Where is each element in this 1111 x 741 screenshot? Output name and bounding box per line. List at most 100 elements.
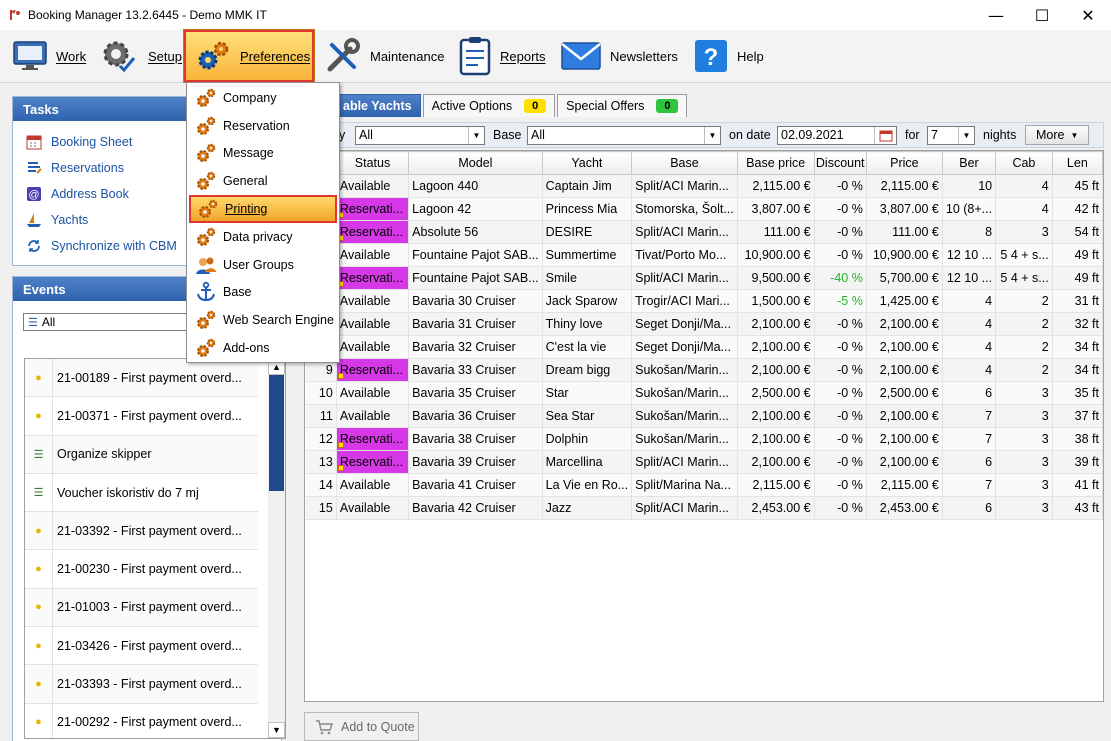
maximize-button[interactable]: ☐ [1019, 0, 1065, 30]
calendar-picker-icon[interactable] [874, 127, 896, 144]
event-item[interactable]: ● 21-03393 - First payment overd... [25, 665, 258, 704]
base-select[interactable]: All ▼ [527, 126, 721, 145]
table-cell-base: Split/ACI Marin... [631, 496, 738, 520]
table-row[interactable]: 11 Available Bavaria 36 Cruiser Sea Star Suk… [305, 404, 1103, 428]
help-button[interactable]: ? Help [693, 30, 764, 82]
table-cell-price: 2,100.00 € [866, 358, 943, 382]
events-scrollbar[interactable]: ▲ ▼ [268, 359, 285, 738]
column-header-cab[interactable]: Cab [995, 151, 1053, 175]
table-row[interactable]: 10 Available Bavaria 35 Cruiser Star Sukošan… [305, 381, 1103, 405]
table-cell-discount: -0 % [814, 197, 867, 221]
table-cell-ber: 6 [942, 496, 997, 520]
table-row[interactable]: Reservati... Fountaine Pajot SAB... Smile S… [305, 266, 1103, 290]
maintenance-button[interactable]: Maintenance [324, 30, 444, 82]
event-item[interactable]: ● 21-00230 - First payment overd... [25, 550, 258, 589]
table-row[interactable]: Available Bavaria 31 Cruiser Thiny love Seg… [305, 312, 1103, 336]
table-cell-status: Available [336, 243, 410, 267]
tools-icon [327, 38, 360, 72]
nights-select[interactable]: 7 ▼ [927, 126, 975, 145]
menu-item-printing[interactable]: Printing [189, 195, 337, 223]
scroll-down-arrow-icon[interactable]: ▼ [268, 722, 285, 738]
table-cell-status: Available [336, 335, 410, 359]
table-cell-status: Available [336, 174, 410, 198]
menu-item-add-ons[interactable]: Add-ons [189, 334, 337, 362]
event-item[interactable]: ● 21-00371 - First payment overd... [25, 397, 258, 436]
table-row[interactable]: Reservati... Absolute 56 DESIRE Split/ACI M… [305, 220, 1103, 244]
column-header-discount[interactable]: Discount [813, 151, 867, 175]
event-item[interactable]: ● 21-03426 - First payment overd... [25, 627, 258, 666]
table-cell-yacht: C'est la vie [542, 335, 633, 359]
date-input[interactable]: 02.09.2021 [777, 126, 897, 145]
table-cell-model: Lagoon 440 [408, 174, 543, 198]
table-cell-base-price: 111.00 € [737, 220, 815, 244]
column-header-yacht[interactable]: Yacht [541, 151, 633, 175]
table-row[interactable]: Available Bavaria 30 Cruiser Jack Sparow Tr… [305, 289, 1103, 313]
reports-button[interactable]: Reports [458, 30, 546, 82]
menu-item-data-privacy[interactable]: Data privacy [189, 223, 337, 251]
event-item[interactable]: ☰ Voucher iskoristiv do 7 mj [25, 473, 258, 513]
table-cell-cab: 3 [995, 220, 1053, 244]
menu-item-reservation[interactable]: Reservation [189, 112, 337, 140]
menu-item-user-groups[interactable]: User Groups [189, 251, 337, 279]
column-header-ber[interactable]: Ber [941, 151, 997, 175]
table-cell-price: 2,100.00 € [866, 404, 943, 428]
table-cell-cab: 2 [995, 335, 1053, 359]
anchor-icon [195, 281, 217, 303]
scroll-thumb[interactable] [269, 375, 284, 491]
event-item[interactable]: ● 21-03392 - First payment overd... [25, 512, 258, 551]
table-cell-base-price: 2,500.00 € [737, 381, 815, 405]
column-header-status[interactable]: Status [335, 151, 410, 175]
setup-button[interactable]: Setup [100, 30, 182, 82]
preferences-button[interactable]: Preferences [183, 29, 315, 83]
column-header-model[interactable]: Model [408, 151, 543, 175]
table-cell-discount: -0 % [814, 381, 867, 405]
column-header-base-price[interactable]: Base price [736, 151, 815, 175]
table-cell-cab: 3 [995, 450, 1053, 474]
table-row[interactable]: Available Bavaria 32 Cruiser C'est la vie S… [305, 335, 1103, 359]
work-button[interactable]: Work [12, 30, 86, 82]
tab-active-options[interactable]: Active Options 0 [422, 94, 556, 117]
menu-item-web-search-engine[interactable]: Web Search Engine [189, 306, 337, 334]
column-header-len[interactable]: Len [1051, 151, 1103, 175]
users-icon [195, 254, 217, 276]
close-button[interactable]: ✕ [1065, 0, 1111, 30]
event-item[interactable]: ☰ Organize skipper [25, 435, 258, 474]
events-list: ● 21-00189 - First payment overd... ● 21-00… [24, 358, 286, 739]
table-cell-discount: -0 % [814, 473, 867, 497]
add-to-quote-button[interactable]: Add to Quote [304, 712, 419, 741]
menu-item-company[interactable]: Company [189, 84, 337, 112]
filter-bar: y All ▼ Base All ▼ on date 02.09.2021 fo… [304, 122, 1104, 148]
sailboat-icon [25, 211, 43, 229]
table-cell-len: 42 ft [1052, 197, 1103, 221]
event-item[interactable]: ● 21-00189 - First payment overd... [25, 359, 258, 398]
newsletters-button[interactable]: Newsletters [560, 30, 678, 82]
column-header-price[interactable]: Price [865, 151, 943, 175]
table-cell-price: 2,100.00 € [866, 335, 943, 359]
minimize-button[interactable]: — [973, 0, 1019, 30]
table-cell-len: 34 ft [1052, 335, 1103, 359]
table-row[interactable]: 14 Available Bavaria 41 Cruiser La Vie en R… [305, 473, 1103, 497]
table-row[interactable]: Available Fountaine Pajot SAB... Summertim… [305, 243, 1103, 267]
table-row[interactable]: 15 Available Bavaria 42 Cruiser Jazz Split/A… [305, 496, 1103, 520]
column-header-base[interactable]: Base [631, 151, 738, 175]
table-cell-discount: -0 % [814, 335, 867, 359]
table-row[interactable]: Available Lagoon 440 Captain Jim Split/ACI … [305, 174, 1103, 198]
table-cell-model: Bavaria 35 Cruiser [408, 381, 543, 405]
clipboard-report-icon [459, 37, 491, 76]
menu-item-general[interactable]: General [189, 167, 337, 195]
table-row[interactable]: 12 Reservati... Bavaria 38 Cruiser Dolphin S… [305, 427, 1103, 451]
table-cell-base-price: 9,500.00 € [737, 266, 815, 290]
table-cell-base: Split/Marina Na... [631, 473, 738, 497]
event-item[interactable]: ● 21-00292 - First payment overd... [25, 703, 258, 738]
table-cell-base-price: 2,115.00 € [737, 174, 815, 198]
menu-item-message[interactable]: Message [189, 140, 337, 168]
more-button[interactable]: More ▼ [1025, 125, 1090, 145]
tab-special-offers[interactable]: Special Offers 0 [557, 94, 688, 117]
table-row[interactable]: Reservati... Lagoon 42 Princess Mia Stomors… [305, 197, 1103, 221]
table-cell-ber: 7 [942, 473, 997, 497]
menu-item-base[interactable]: Base [189, 279, 337, 307]
table-row[interactable]: 9 Reservati... Bavaria 33 Cruiser Dream big… [305, 358, 1103, 382]
table-row[interactable]: 13 Reservati... Bavaria 39 Cruiser Marcelli… [305, 450, 1103, 474]
event-item[interactable]: ● 21-01003 - First payment overd... [25, 588, 258, 628]
category-select[interactable]: All ▼ [355, 126, 485, 145]
